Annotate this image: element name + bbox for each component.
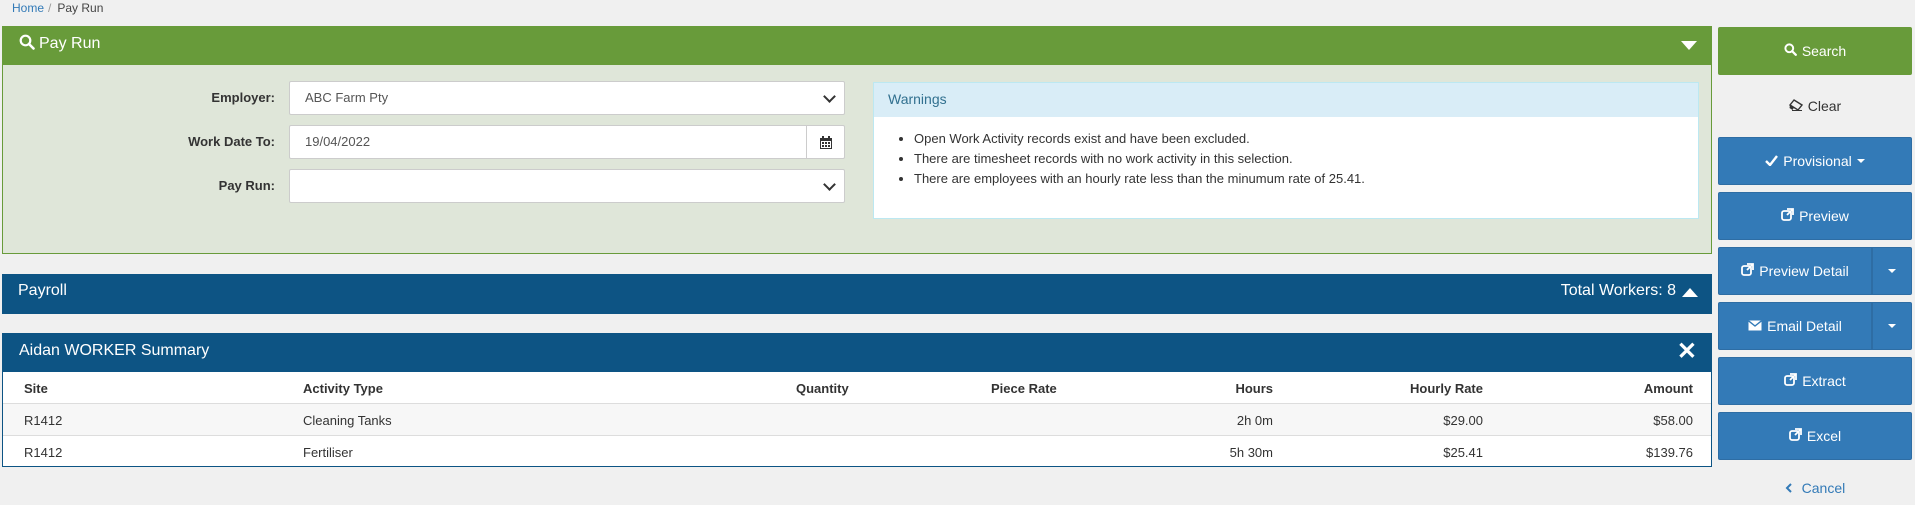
caret-down-icon [1856, 159, 1865, 163]
worker-summary-panel: Aidan WORKER Summary ✕ Site Activity Typ… [2, 333, 1712, 467]
clear-button[interactable]: Clear [1718, 82, 1912, 130]
employer-label: Employer: [211, 90, 275, 105]
chevron-left-icon [1785, 480, 1796, 496]
provisional-dropdown-button[interactable]: Provisional [1718, 137, 1912, 185]
extract-button-label: Extract [1802, 373, 1846, 389]
email-detail-button[interactable]: Email Detail [1718, 302, 1872, 350]
close-icon[interactable]: ✕ [1677, 340, 1697, 364]
cell-hours: 2h 0m [1236, 413, 1273, 428]
breadcrumb-home-link[interactable]: Home [12, 1, 44, 15]
work-date-label: Work Date To: [188, 134, 275, 149]
pay-run-select[interactable] [289, 169, 845, 203]
search-button[interactable]: Search [1718, 27, 1912, 75]
excel-button[interactable]: Excel [1718, 412, 1912, 460]
pay-run-panel: Pay Run Employer: ABC Farm Pty Work Date… [2, 26, 1712, 254]
preview-button[interactable]: Preview [1718, 192, 1912, 240]
pay-run-label: Pay Run: [218, 178, 275, 193]
breadcrumb-current: Pay Run [57, 1, 104, 15]
pay-run-panel-header[interactable]: Pay Run [3, 27, 1711, 65]
table-row: R1412 Fertiliser 5h 30m $25.41 $139.76 [3, 436, 1711, 466]
search-icon [19, 34, 35, 50]
worker-summary-header: Aidan WORKER Summary ✕ [3, 334, 1711, 372]
cell-hourly-rate: $29.00 [1443, 413, 1483, 428]
column-header-hourly-rate: Hourly Rate [1410, 381, 1483, 396]
breadcrumb: Home / Pay Run [12, 1, 103, 15]
warning-item: There are timesheet records with no work… [914, 149, 1365, 169]
payroll-title: Payroll [18, 282, 67, 299]
email-detail-button-label: Email Detail [1767, 318, 1842, 334]
column-header-piece-rate: Piece Rate [991, 381, 1057, 396]
search-button-label: Search [1801, 43, 1847, 59]
excel-button-label: Excel [1806, 428, 1842, 444]
provisional-button-label: Provisional [1783, 153, 1852, 169]
check-icon [1765, 154, 1779, 169]
pay-run-panel-title: Pay Run [39, 35, 101, 52]
table-row: R1412 Cleaning Tanks 2h 0m $29.00 $58.00 [3, 404, 1711, 435]
external-link-icon [1741, 263, 1755, 279]
cell-site: R1412 [24, 413, 63, 428]
cell-activity-type: Cleaning Tanks [303, 413, 392, 428]
email-detail-dropdown-toggle[interactable] [1872, 302, 1912, 350]
cell-amount: $139.76 [1646, 445, 1693, 460]
clear-button-label: Clear [1807, 98, 1842, 114]
calendar-button[interactable] [806, 125, 845, 159]
column-header-quantity: Quantity [796, 381, 849, 396]
caret-down-icon [1888, 269, 1896, 273]
preview-detail-button[interactable]: Preview Detail [1718, 247, 1872, 295]
warning-item: Open Work Activity records exist and hav… [914, 129, 1365, 149]
column-header-site: Site [24, 381, 48, 396]
chevron-down-icon [823, 178, 836, 191]
warnings-box: Warnings Open Work Activity records exis… [873, 82, 1699, 219]
preview-button-label: Preview [1799, 208, 1849, 224]
expand-caret-icon[interactable] [1682, 288, 1698, 297]
column-header-amount: Amount [1643, 381, 1693, 396]
cancel-link[interactable]: Cancel [1718, 480, 1912, 496]
warning-item: There are employees with an hourly rate … [914, 169, 1365, 189]
warnings-title: Warnings [874, 83, 1698, 117]
preview-detail-button-label: Preview Detail [1759, 263, 1849, 279]
envelope-icon [1748, 319, 1763, 334]
cell-activity-type: Fertiliser [303, 445, 353, 460]
work-date-input[interactable]: 19/04/2022 [289, 125, 807, 159]
preview-detail-dropdown-toggle[interactable] [1872, 247, 1912, 295]
external-link-icon [1788, 428, 1802, 444]
employer-select[interactable]: ABC Farm Pty [289, 81, 845, 115]
external-link-icon [1781, 208, 1794, 224]
column-header-activity-type: Activity Type [303, 381, 383, 396]
external-link-icon [1784, 373, 1798, 389]
extract-button[interactable]: Extract [1718, 357, 1912, 405]
employer-select-value: ABC Farm Pty [305, 90, 389, 105]
payroll-bar[interactable]: Payroll Total Workers: 8 [2, 274, 1712, 314]
eraser-icon [1788, 98, 1803, 114]
breadcrumb-separator: / [48, 1, 52, 15]
cell-hourly-rate: $25.41 [1443, 445, 1483, 460]
caret-down-icon [1888, 324, 1896, 328]
cell-hours: 5h 30m [1229, 445, 1273, 460]
worker-summary-title: Aidan WORKER Summary [19, 342, 210, 359]
work-date-value: 19/04/2022 [305, 134, 371, 149]
column-header-hours: Hours [1235, 381, 1273, 396]
cancel-link-label: Cancel [1801, 480, 1846, 496]
cell-amount: $58.00 [1653, 413, 1693, 428]
warnings-list: Open Work Activity records exist and hav… [890, 129, 1365, 189]
total-workers: Total Workers: 8 [1560, 282, 1676, 299]
chevron-down-icon [823, 90, 836, 103]
collapse-caret-icon[interactable] [1681, 41, 1697, 50]
search-icon [1784, 43, 1797, 59]
cell-site: R1412 [24, 445, 63, 460]
